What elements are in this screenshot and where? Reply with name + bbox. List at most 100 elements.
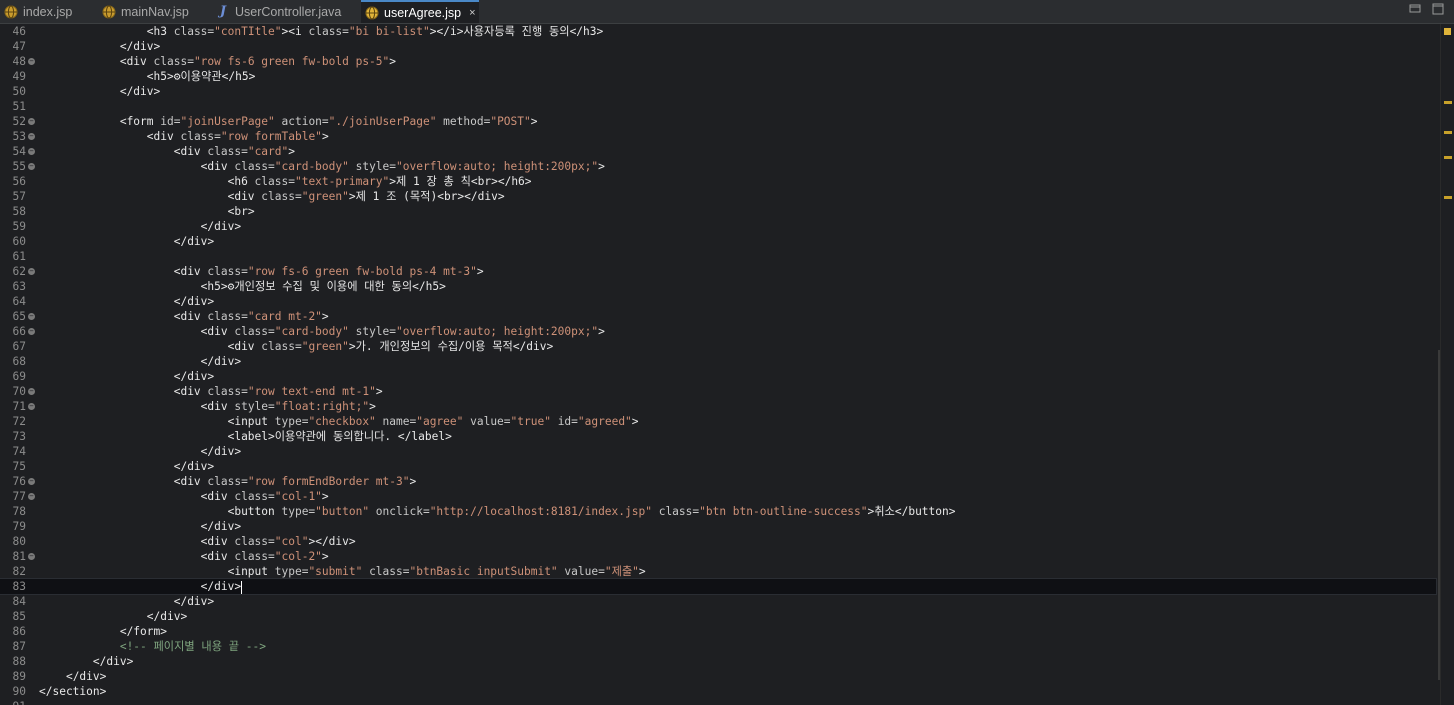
code-line[interactable]: 80 <div class="col"></div> (0, 534, 1436, 549)
code-line[interactable]: 54− <div class="card"> (0, 144, 1436, 159)
line-number: 60 (12, 235, 26, 248)
line-number: 66 (12, 325, 26, 338)
code-line[interactable]: 58 <br> (0, 204, 1436, 219)
text-cursor (241, 580, 243, 594)
code-line[interactable]: 66− <div class="card-body" style="overfl… (0, 324, 1436, 339)
code-line[interactable]: 79 </div> (0, 519, 1436, 534)
code-line[interactable]: 81− <div class="col-2"> (0, 549, 1436, 564)
code-line[interactable]: 49 <h5>⚙이용약관</h5> (0, 69, 1436, 84)
line-number: 50 (12, 85, 26, 98)
code-line[interactable]: 51 (0, 99, 1436, 114)
line-number: 77 (12, 490, 26, 503)
code-text: <div class="col-1"> (200, 490, 329, 503)
fold-toggle-icon[interactable]: − (28, 148, 35, 155)
code-line[interactable]: 55− <div class="card-body" style="overfl… (0, 159, 1436, 174)
line-number: 65 (12, 310, 26, 323)
close-icon[interactable]: × (469, 7, 475, 19)
code-line[interactable]: 84 </div> (0, 594, 1436, 609)
fold-toggle-icon[interactable]: − (28, 268, 35, 275)
line-number: 57 (12, 190, 26, 203)
code-text: <div class="card mt-2"> (173, 310, 329, 323)
code-line[interactable]: 78 <button type="button" onclick="http:/… (0, 504, 1436, 519)
occurrence-marker[interactable] (1444, 196, 1452, 199)
tab-label: userAgree.jsp (384, 5, 462, 20)
code-line[interactable]: 74 </div> (0, 444, 1436, 459)
code-line[interactable]: 64 </div> (0, 294, 1436, 309)
code-line[interactable]: 46 <h3 class="conTItle"><i class="bi bi-… (0, 24, 1436, 39)
code-line[interactable]: 69 </div> (0, 369, 1436, 384)
fold-toggle-icon[interactable]: − (28, 328, 35, 335)
code-line[interactable]: 76− <div class="row formEndBorder mt-3"> (0, 474, 1436, 489)
occurrence-marker[interactable] (1444, 156, 1452, 159)
code-editor[interactable]: 46 <h3 class="conTItle"><i class="bi bi-… (0, 24, 1440, 705)
code-line[interactable]: 87 <!-- 페이지별 내용 끝 --> (0, 639, 1436, 654)
code-text: <!-- 페이지별 내용 끝 --> (119, 640, 266, 653)
code-line[interactable]: 50 </div> (0, 84, 1436, 99)
minimize-icon[interactable] (1409, 3, 1421, 15)
fold-toggle-icon[interactable]: − (28, 163, 35, 170)
code-line[interactable]: 70− <div class="row text-end mt-1"> (0, 384, 1436, 399)
tab-index-jsp[interactable]: index.jsp (0, 0, 98, 23)
code-line[interactable]: 85 </div> (0, 609, 1436, 624)
fold-toggle-icon[interactable]: − (28, 133, 35, 140)
maximize-icon[interactable] (1432, 3, 1444, 15)
vertical-scrollbar[interactable] (1438, 350, 1440, 680)
tab-mainnav-jsp[interactable]: mainNav.jsp (98, 0, 212, 23)
code-text: <h6 class="text-primary">제 1 장 총 칙<br></… (227, 175, 532, 188)
jsp-globe-icon (365, 6, 379, 19)
code-line[interactable]: 72 <input type="checkbox" name="agree" v… (0, 414, 1436, 429)
code-line[interactable]: 71− <div style="float:right;"> (0, 399, 1436, 414)
code-line[interactable]: 67 <div class="green">가. 개인정보의 수집/이용 목적<… (0, 339, 1436, 354)
tab-usercontroller-java[interactable]: J UserController.java (212, 0, 361, 23)
warning-marker[interactable] (1444, 28, 1451, 35)
code-text: </div> (173, 235, 215, 248)
code-line[interactable]: 63 <h5>⚙개인정보 수집 및 이용에 대한 동의</h5> (0, 279, 1436, 294)
line-number: 67 (12, 340, 26, 353)
code-line[interactable]: 47 </div> (0, 39, 1436, 54)
code-text: </section> (39, 685, 107, 698)
overview-ruler[interactable] (1440, 24, 1454, 705)
line-number: 76 (12, 475, 26, 488)
code-line[interactable]: 62− <div class="row fs-6 green fw-bold p… (0, 264, 1436, 279)
tab-useragree-jsp[interactable]: userAgree.jsp × (361, 0, 479, 23)
code-line[interactable]: 91 (0, 699, 1436, 705)
code-line[interactable]: 90 </section> (0, 684, 1436, 699)
code-line[interactable]: 82 <input type="submit" class="btnBasic … (0, 564, 1436, 579)
code-line[interactable]: 53− <div class="row formTable"> (0, 129, 1436, 144)
code-line[interactable]: 89 </div> (0, 669, 1436, 684)
fold-toggle-icon[interactable]: − (28, 58, 35, 65)
code-line[interactable]: 75 </div> (0, 459, 1436, 474)
occurrence-marker[interactable] (1444, 101, 1452, 104)
code-line[interactable]: 88 </div> (0, 654, 1436, 669)
code-text: <div class="row text-end mt-1"> (173, 385, 383, 398)
fold-toggle-icon[interactable]: − (28, 118, 35, 125)
code-text: </form> (119, 625, 167, 638)
code-text: </div> (173, 295, 215, 308)
code-text: </div> (200, 220, 242, 233)
code-line[interactable]: 48− <div class="row fs-6 green fw-bold p… (0, 54, 1436, 69)
jsp-globe-icon (4, 5, 18, 18)
code-text: </div> (65, 670, 107, 683)
fold-toggle-icon[interactable]: − (28, 553, 35, 560)
code-line[interactable]: 73 <label>이용약관에 동의합니다. </label> (0, 429, 1436, 444)
code-line[interactable]: 86 </form> (0, 624, 1436, 639)
code-line[interactable]: 60 </div> (0, 234, 1436, 249)
fold-toggle-icon[interactable]: − (28, 478, 35, 485)
fold-toggle-icon[interactable]: − (28, 493, 35, 500)
fold-toggle-icon[interactable]: − (28, 388, 35, 395)
code-line[interactable]: 61 (0, 249, 1436, 264)
code-text: <div class="green">제 1 조 (목적)<br></div> (227, 190, 505, 203)
code-line[interactable]: 68 </div> (0, 354, 1436, 369)
fold-toggle-icon[interactable]: − (28, 313, 35, 320)
occurrence-marker[interactable] (1444, 131, 1452, 134)
code-line[interactable]: 57 <div class="green">제 1 조 (목적)<br></di… (0, 189, 1436, 204)
code-line[interactable]: 56 <h6 class="text-primary">제 1 장 총 칙<br… (0, 174, 1436, 189)
code-line[interactable]: 59 </div> (0, 219, 1436, 234)
code-line[interactable]: 52− <form id="joinUserPage" action="./jo… (0, 114, 1436, 129)
line-number: 58 (12, 205, 26, 218)
jsp-globe-icon (102, 5, 116, 18)
code-line[interactable]: 77− <div class="col-1"> (0, 489, 1436, 504)
fold-toggle-icon[interactable]: − (28, 403, 35, 410)
current-code-line[interactable]: 83 </div> (0, 578, 1437, 595)
code-line[interactable]: 65− <div class="card mt-2"> (0, 309, 1436, 324)
